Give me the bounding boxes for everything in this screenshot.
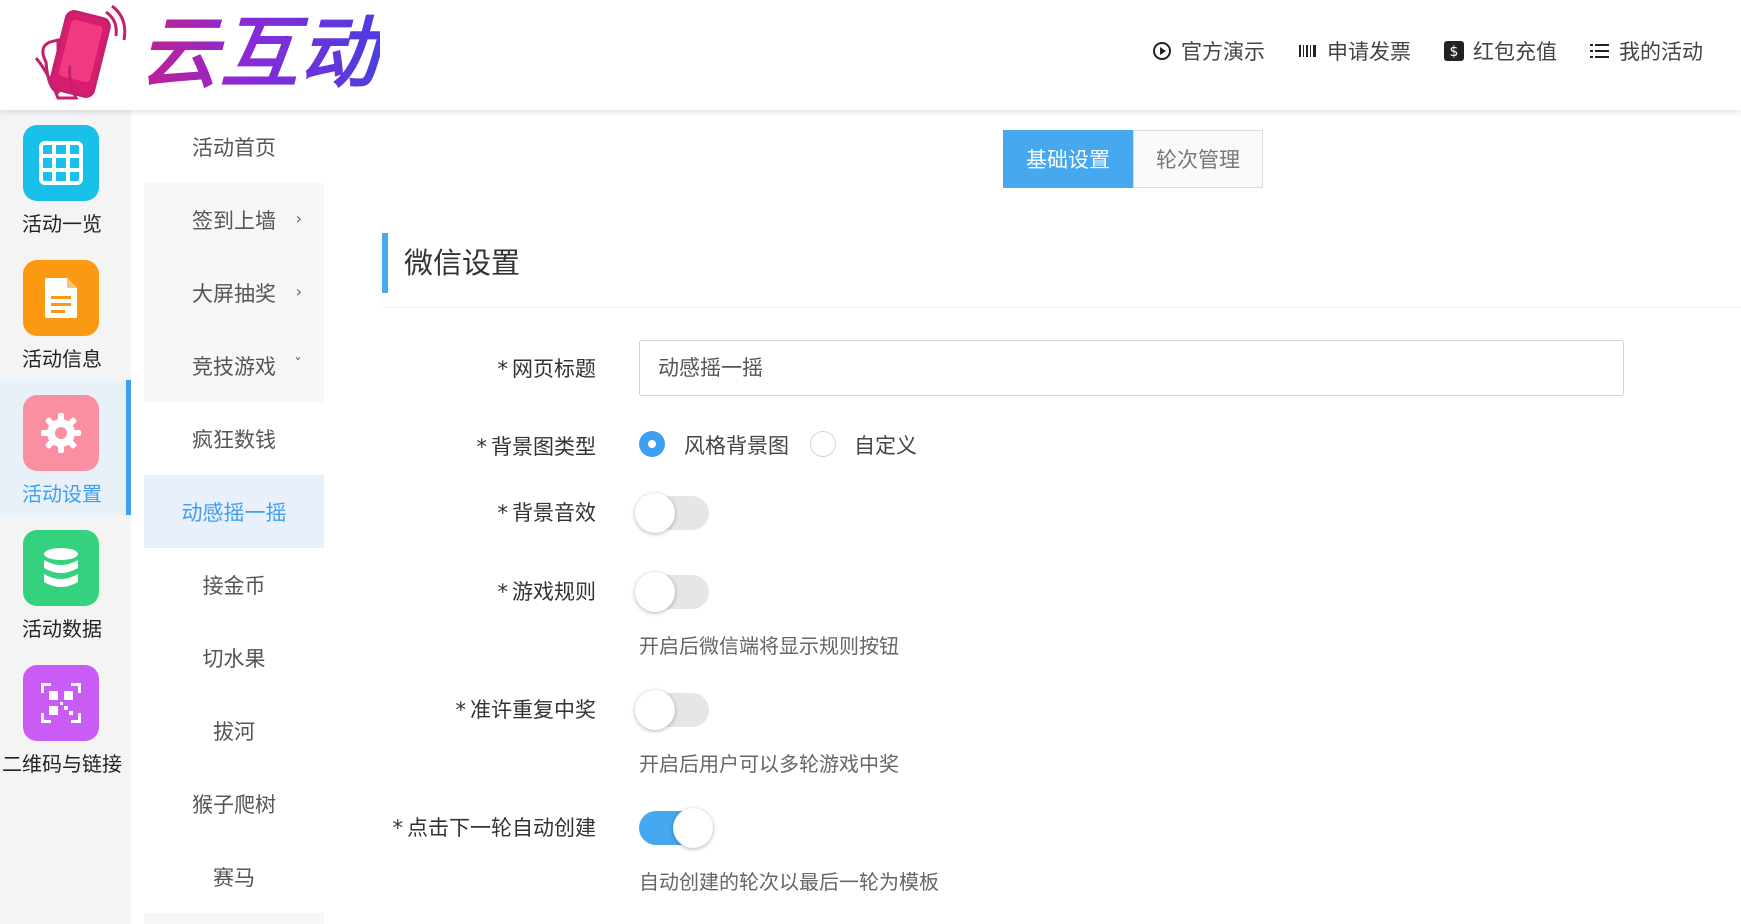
auto-create-switch[interactable]	[639, 808, 713, 848]
section-title: 微信设置	[382, 233, 520, 293]
submenu-item-label: 疯狂数钱	[192, 427, 276, 452]
tab-basic-settings[interactable]: 基础设置	[1003, 130, 1133, 188]
main-sidebar: 活动一览 活动信息 活动设置 活动数据 二维码与链接	[0, 110, 131, 924]
database-icon	[23, 530, 99, 606]
list-icon	[1589, 40, 1611, 62]
sidebar-item-label: 活动信息	[22, 347, 102, 371]
submenu-item-competitive-games[interactable]: 竞技游戏 ˇ	[144, 329, 324, 402]
submenu-item-label: 活动首页	[192, 135, 276, 160]
red-packet-recharge-link[interactable]: $ 红包充值	[1443, 36, 1557, 66]
submenu-item-monkey-climb[interactable]: 猴子爬树	[144, 767, 324, 840]
sidebar-item-label: 活动一览	[22, 212, 102, 236]
tab-round-management[interactable]: 轮次管理	[1133, 130, 1263, 188]
sidebar-item-label: 活动设置	[22, 482, 102, 506]
submenu-item-label: 接金币	[202, 573, 266, 598]
header: 云互动 官方演示 申请发票 $ 红包充值 我的活动	[0, 0, 1741, 110]
submenu-item-horse-race[interactable]: 赛马	[144, 840, 324, 913]
page-title-input[interactable]: 动感摇一摇	[639, 340, 1624, 396]
switch-knob	[635, 690, 675, 730]
submenu-item-activity-home[interactable]: 活动首页	[144, 110, 324, 183]
submenu-item-label: 竞技游戏	[192, 354, 276, 379]
repeat-win-switch[interactable]	[635, 690, 709, 730]
bg-sound-label: * 背景音效	[497, 501, 597, 525]
play-circle-icon	[1151, 40, 1173, 62]
qrcode-icon	[23, 665, 99, 741]
submenu-item-tug-of-war[interactable]: 拔河	[144, 694, 324, 767]
submenu-item-label: 拔河	[213, 719, 255, 744]
barcode-icon	[1297, 40, 1319, 62]
switch-knob	[673, 808, 713, 848]
chevron-right-icon: ›	[295, 282, 302, 301]
chevron-right-icon: ›	[295, 209, 302, 228]
brand-name: 云互动	[140, 6, 380, 102]
sidebar-item-activity-info[interactable]: 活动信息	[0, 245, 131, 380]
game-rules-label: * 游戏规则	[497, 580, 597, 604]
sub-sidebar: 活动首页 签到上墙 › 大屏抽奖 › 竞技游戏 ˇ 疯狂数钱 动感摇一摇 接金币…	[144, 110, 324, 924]
repeat-win-label: * 准许重复中奖	[455, 698, 597, 722]
sidebar-item-qrcode-links[interactable]: 二维码与链接	[0, 650, 131, 785]
game-rules-hint: 开启后微信端将显示规则按钮	[639, 634, 899, 658]
bg-type-custom-label: 自定义	[854, 434, 917, 458]
submenu-item-label: 切水果	[202, 646, 266, 671]
svg-text:$: $	[1450, 44, 1459, 60]
submenu-item-catch-coins[interactable]: 接金币	[144, 548, 324, 621]
document-icon	[23, 260, 99, 336]
bg-type-style-radio[interactable]	[639, 431, 665, 457]
game-rules-switch[interactable]	[635, 572, 709, 612]
submenu-item-label: 大屏抽奖	[192, 281, 276, 306]
official-demo-link[interactable]: 官方演示	[1151, 36, 1265, 66]
submenu-item-label: 猴子爬树	[192, 792, 276, 817]
submenu-item-label: 签到上墙	[192, 208, 276, 233]
submenu-item-big-screen-lottery[interactable]: 大屏抽奖 ›	[144, 256, 324, 329]
auto-create-label: * 点击下一轮自动创建	[392, 816, 597, 840]
gear-icon	[23, 395, 99, 471]
sidebar-item-activity-data[interactable]: 活动数据	[0, 515, 131, 650]
main-content: 基础设置 轮次管理 微信设置 * 网页标题 动感摇一摇 * 背景图类型 风格背景图 …	[346, 110, 1741, 924]
bg-type-custom-radio[interactable]	[810, 431, 836, 457]
invoice-label: 申请发票	[1327, 40, 1411, 64]
invoice-link[interactable]: 申请发票	[1297, 36, 1411, 66]
repeat-win-hint: 开启后用户可以多轮游戏中奖	[639, 752, 899, 776]
sidebar-item-label: 二维码与链接	[2, 752, 122, 776]
my-activities-link[interactable]: 我的活动	[1589, 36, 1703, 66]
sidebar-item-activity-settings[interactable]: 活动设置	[0, 380, 131, 515]
sidebar-item-label: 活动数据	[22, 617, 102, 641]
bg-sound-switch[interactable]	[635, 493, 709, 533]
submenu-item-label: 赛马	[213, 865, 255, 890]
submenu-item-label: 动感摇一摇	[181, 500, 287, 525]
bg-type-style-label: 风格背景图	[684, 434, 789, 458]
switch-knob	[635, 493, 675, 533]
submenu-item-crazy-money-count[interactable]: 疯狂数钱	[144, 402, 324, 475]
my-activities-label: 我的活动	[1619, 40, 1703, 64]
phone-hand-logo-icon	[34, 4, 127, 100]
bg-type-label: * 背景图类型	[476, 435, 597, 459]
auto-create-hint: 自动创建的轮次以最后一轮为模板	[639, 870, 939, 894]
top-navigation: 官方演示 申请发票 $ 红包充值 我的活动	[1151, 36, 1703, 66]
red-packet-recharge-label: 红包充值	[1473, 40, 1557, 64]
official-demo-label: 官方演示	[1181, 40, 1265, 64]
grid-icon	[23, 125, 99, 201]
dollar-icon: $	[1443, 40, 1465, 62]
page-title-label: * 网页标题	[497, 357, 597, 381]
submenu-item-fruit-slice[interactable]: 切水果	[144, 621, 324, 694]
submenu-item-shake[interactable]: 动感摇一摇	[144, 475, 324, 548]
chevron-down-icon: ˇ	[294, 355, 302, 374]
active-indicator	[126, 380, 131, 515]
tab-bar: 基础设置 轮次管理	[1003, 130, 1263, 188]
submenu-item-checkin-wall[interactable]: 签到上墙 ›	[144, 183, 324, 256]
sidebar-item-activity-overview[interactable]: 活动一览	[0, 110, 131, 245]
switch-knob	[635, 572, 675, 612]
section-divider	[382, 307, 1741, 308]
